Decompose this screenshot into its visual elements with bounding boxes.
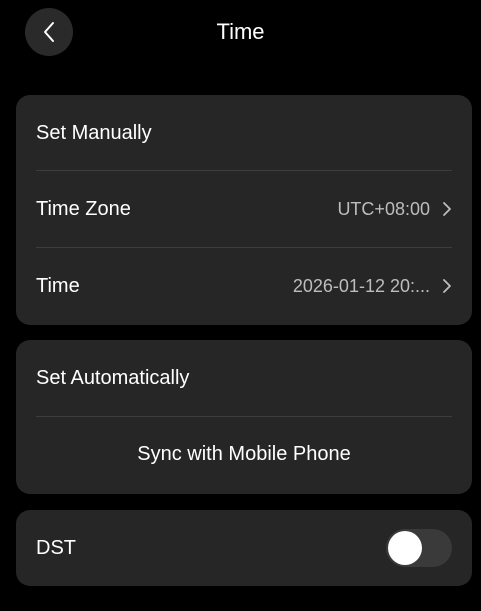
set-automatically-heading-row: Set Automatically bbox=[36, 364, 452, 392]
set-manually-card: Set Manually Time Zone UTC+08:00 Time 20… bbox=[16, 95, 472, 325]
dst-toggle[interactable] bbox=[386, 529, 452, 567]
toggle-knob bbox=[388, 531, 422, 565]
time-row[interactable]: Time 2026-01-12 20:... bbox=[36, 248, 452, 324]
time-zone-value-group: UTC+08:00 bbox=[337, 199, 452, 220]
divider bbox=[36, 416, 452, 417]
set-manually-heading-row: Set Manually bbox=[36, 119, 452, 147]
chevron-right-icon bbox=[443, 202, 451, 216]
time-zone-label: Time Zone bbox=[36, 197, 131, 220]
set-automatically-card: Set Automatically Sync with Mobile Phone bbox=[16, 340, 472, 494]
chevron-right-icon bbox=[443, 279, 451, 293]
time-value-group: 2026-01-12 20:... bbox=[293, 276, 452, 297]
set-automatically-heading: Set Automatically bbox=[36, 366, 190, 389]
header-bar: Time bbox=[0, 0, 481, 70]
time-zone-value: UTC+08:00 bbox=[337, 198, 430, 219]
time-value: 2026-01-12 20:... bbox=[292, 275, 430, 296]
sync-with-mobile-phone-button[interactable]: Sync with Mobile Phone bbox=[16, 440, 472, 468]
set-manually-heading: Set Manually bbox=[36, 121, 152, 144]
time-zone-row[interactable]: Time Zone UTC+08:00 bbox=[36, 171, 452, 247]
dst-card: DST bbox=[16, 510, 472, 586]
time-label: Time bbox=[36, 274, 80, 297]
page-title: Time bbox=[216, 19, 265, 44]
dst-label: DST bbox=[36, 536, 76, 559]
